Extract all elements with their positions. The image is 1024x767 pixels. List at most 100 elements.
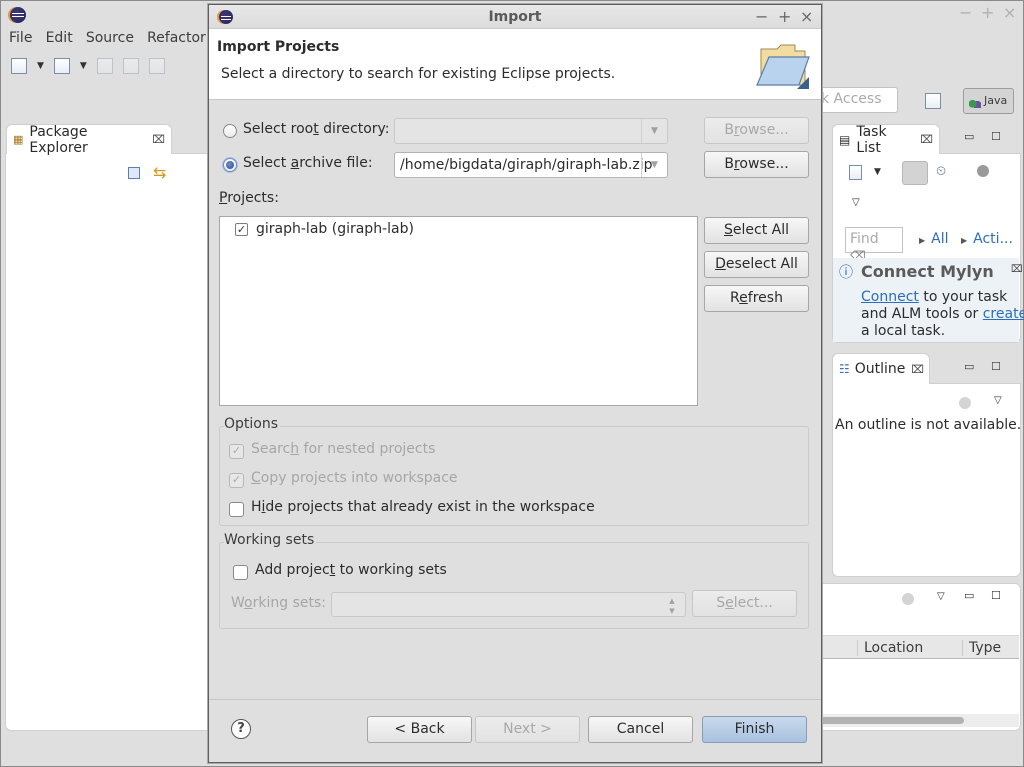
scrollbar-thumb[interactable]	[817, 717, 964, 724]
focus-icon[interactable]	[977, 165, 989, 177]
menu-edit[interactable]: Edit	[46, 30, 73, 46]
search-nested-checkbox[interactable]: ✓	[229, 444, 244, 459]
task-list-maximize-icon[interactable]: ☐	[991, 130, 1001, 143]
bottom-table-header: Location Type	[817, 635, 1019, 659]
package-explorer-icon: ▦	[13, 133, 24, 146]
connect-link[interactable]: Connect	[861, 289, 919, 305]
dialog-titlebar[interactable]: Import − + ×	[209, 5, 821, 29]
task-list-close-icon[interactable]: ⌧	[920, 133, 933, 146]
copy-projects-checkbox[interactable]: ✓	[229, 473, 244, 488]
archive-file-combo[interactable]: /home/bigdata/giraph/giraph-lab.zip ▼	[394, 152, 668, 178]
connect-text-3: a local task.	[861, 323, 946, 339]
menu-refactor[interactable]: Refactor	[147, 30, 206, 46]
archive-file-radio[interactable]	[223, 158, 237, 172]
filter-active-link[interactable]: ▶ Acti...	[961, 231, 1013, 247]
root-browse-button[interactable]: Browse...	[704, 117, 809, 144]
working-sets-select-button[interactable]: Select...	[692, 590, 797, 617]
save-icon[interactable]	[96, 58, 113, 74]
save-all-icon[interactable]	[122, 58, 139, 74]
outline-panel	[832, 383, 1021, 577]
task-list-tab[interactable]: ▤ Task List ⌧	[832, 124, 940, 156]
archive-file-value: /home/bigdata/giraph/giraph-lab.zip	[400, 157, 653, 173]
add-to-working-sets-checkbox[interactable]	[233, 565, 248, 580]
add-to-working-sets-label: Add project to working sets	[255, 562, 447, 578]
connect-mylyn-close-icon[interactable]: ⌧	[1011, 264, 1023, 275]
help-icon[interactable]: ?	[231, 719, 251, 739]
options-group-label: Options	[224, 416, 281, 432]
next-button[interactable]: Next >	[475, 716, 580, 743]
bottom-maximize-icon[interactable]: ☐	[991, 589, 1001, 602]
link-with-editor-icon[interactable]: ⇆	[153, 163, 166, 182]
bottom-focus-icon[interactable]	[902, 593, 914, 605]
window-maximize-button[interactable]: +	[981, 3, 994, 22]
column-type[interactable]: Type	[962, 640, 1001, 656]
working-sets-group-label: Working sets	[224, 532, 317, 548]
quick-access-input[interactable]: k Access	[816, 87, 898, 113]
create-link[interactable]: create	[983, 306, 1024, 322]
chevron-down-icon[interactable]: ▼	[641, 153, 667, 177]
archive-browse-button[interactable]: Browse...	[704, 151, 809, 178]
task-find-input[interactable]: Find ⌫	[845, 227, 903, 262]
categorized-view-button[interactable]	[902, 161, 928, 185]
outline-title: Outline	[854, 361, 906, 377]
projects-list[interactable]: ✓ giraph-lab (giraph-lab)	[219, 216, 698, 406]
java-perspective-label: Java	[984, 94, 1008, 107]
project-item[interactable]: ✓ giraph-lab (giraph-lab)	[235, 221, 535, 240]
connect-mylyn-text: Connect to your task and ALM tools or cr…	[861, 289, 1024, 340]
dialog-close-button[interactable]: ×	[800, 7, 813, 26]
open-perspective-icon[interactable]	[925, 93, 941, 109]
outline-focus-icon[interactable]	[959, 397, 971, 409]
java-perspective-button[interactable]: Java	[963, 88, 1014, 114]
package-explorer-tab[interactable]: ▦ Package Explorer ⌧	[6, 124, 172, 156]
select-all-button[interactable]: Select All	[704, 217, 809, 244]
footer-separator	[209, 699, 821, 700]
refresh-button[interactable]: Refresh	[704, 285, 809, 312]
dialog-title: Import	[488, 9, 542, 25]
deselect-all-button[interactable]: Deselect All	[704, 251, 809, 278]
filter-all-label: All	[931, 231, 949, 247]
column-location[interactable]: Location	[857, 640, 923, 656]
new-task-dropdown-icon[interactable]: ▼	[874, 167, 881, 177]
dialog-minimize-button[interactable]: −	[755, 7, 768, 26]
menu-source[interactable]: Source	[86, 30, 134, 46]
new-task-icon[interactable]	[849, 165, 862, 180]
filter-all-link[interactable]: ▶ All	[919, 231, 949, 247]
new-dropdown-icon[interactable]: ▼	[37, 61, 44, 71]
spinner-icon[interactable]: ▲ ▼	[659, 593, 685, 616]
search-nested-label: Search for nested projects	[251, 441, 436, 457]
task-list-minimize-icon[interactable]: ▭	[964, 130, 974, 143]
outline-close-icon[interactable]: ⌧	[911, 363, 924, 376]
package-explorer-close-icon[interactable]: ⌧	[152, 133, 165, 146]
hide-existing-checkbox[interactable]	[229, 502, 244, 517]
outline-message: An outline is not available.	[835, 417, 1022, 433]
cancel-button[interactable]: Cancel	[588, 716, 693, 743]
new-type-icon[interactable]	[53, 58, 70, 74]
chevron-down-icon[interactable]: ▼	[641, 119, 667, 143]
window-close-button[interactable]: ×	[1003, 3, 1016, 22]
horizontal-scrollbar[interactable]	[817, 714, 1019, 727]
project-checkbox[interactable]: ✓	[235, 223, 248, 236]
bottom-minimize-icon[interactable]: ▭	[964, 589, 974, 602]
outline-minimize-icon[interactable]: ▭	[964, 360, 974, 373]
finish-button[interactable]: Finish	[702, 716, 807, 743]
bottom-view-menu-icon[interactable]: ▽	[937, 591, 945, 602]
scheduled-view-icon[interactable]: ⏲	[936, 164, 946, 179]
task-list-view-menu-icon[interactable]: ▽	[852, 197, 860, 208]
outline-maximize-icon[interactable]: ☐	[991, 360, 1001, 373]
package-explorer-panel	[5, 153, 225, 731]
outline-view-menu-icon[interactable]: ▽	[994, 395, 1002, 406]
menu-file[interactable]: File	[9, 30, 32, 46]
print-icon[interactable]	[148, 58, 165, 74]
back-button[interactable]: < Back	[367, 716, 472, 743]
working-sets-combo[interactable]: ▲ ▼	[331, 592, 686, 617]
dialog-maximize-button[interactable]: +	[778, 7, 791, 26]
task-find-placeholder: Find	[850, 231, 879, 247]
new-type-dropdown-icon[interactable]: ▼	[80, 61, 87, 71]
collapse-all-icon[interactable]	[128, 167, 140, 179]
connect-text-1: to your task	[918, 289, 1008, 305]
window-minimize-button[interactable]: −	[959, 3, 972, 22]
new-icon[interactable]	[11, 58, 27, 74]
outline-tab[interactable]: ☷ Outline ⌧	[832, 353, 930, 384]
root-directory-combo[interactable]: ▼	[394, 118, 668, 144]
root-directory-radio[interactable]	[223, 124, 237, 138]
